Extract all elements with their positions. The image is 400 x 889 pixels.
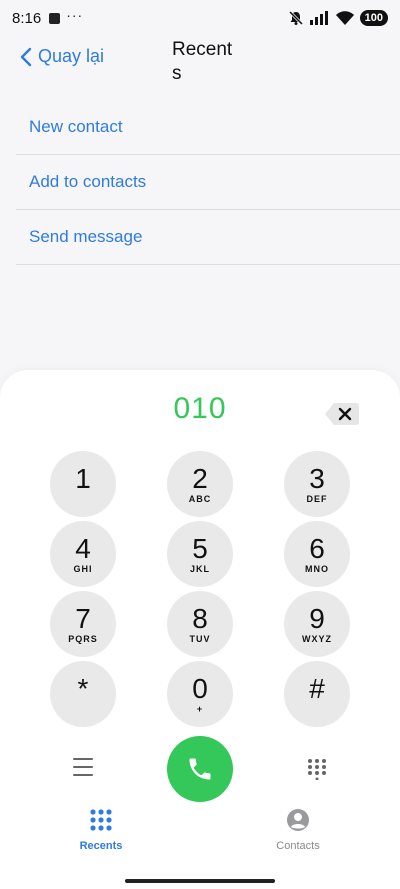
tab-contacts[interactable]: Contacts bbox=[238, 808, 358, 852]
more-notifications-icon: ··· bbox=[66, 7, 84, 23]
key-1[interactable]: 1 bbox=[50, 451, 116, 517]
person-icon bbox=[287, 809, 309, 831]
header: Quay lại Recents bbox=[0, 36, 400, 92]
key-3[interactable]: 3 DEF bbox=[284, 451, 350, 517]
key-8[interactable]: 8 TUV bbox=[167, 591, 233, 657]
status-bar: 8:16 ··· 100 bbox=[0, 0, 400, 36]
tab-contacts-label: Contacts bbox=[276, 840, 320, 852]
tab-recents[interactable]: Recents bbox=[41, 808, 161, 852]
back-label: Quay lại bbox=[38, 46, 105, 66]
backspace-icon[interactable] bbox=[324, 401, 360, 427]
key-7[interactable]: 7 PQRS bbox=[50, 591, 116, 657]
add-to-contacts-item[interactable]: Add to contacts bbox=[16, 155, 400, 210]
notification-icon bbox=[49, 12, 61, 24]
key-6[interactable]: 6 MNO bbox=[284, 521, 350, 587]
phone-icon bbox=[189, 758, 211, 780]
menu-icon[interactable] bbox=[73, 758, 93, 782]
status-time: 8:16 bbox=[12, 9, 42, 27]
key-2[interactable]: 2 ABC bbox=[167, 451, 233, 517]
key-star[interactable]: * bbox=[50, 661, 116, 727]
signal-icon bbox=[309, 11, 328, 25]
keypad-icon bbox=[90, 809, 112, 831]
call-button[interactable] bbox=[167, 736, 233, 802]
key-9[interactable]: 9 WXYZ bbox=[284, 591, 350, 657]
chevron-left-icon bbox=[20, 47, 32, 66]
key-hash[interactable]: # bbox=[284, 661, 350, 727]
dialpad-grid-icon[interactable] bbox=[306, 758, 328, 780]
page-title: Recents bbox=[172, 39, 233, 84]
battery-indicator: 100 bbox=[359, 10, 388, 26]
dialer-actions bbox=[0, 736, 400, 802]
send-message-item[interactable]: Send message bbox=[16, 210, 400, 265]
home-indicator bbox=[125, 879, 275, 883]
wifi-icon bbox=[335, 11, 354, 25]
action-menu: New contact Add to contacts Send message bbox=[16, 100, 400, 265]
key-0[interactable]: 0 + bbox=[167, 661, 233, 727]
dialer-sheet: 010 1 2 ABC 3 DEF 4 GHI 5 JKL 6 MNO 7 PQRS 8 TU… bbox=[0, 370, 400, 889]
new-contact-item[interactable]: New contact bbox=[16, 100, 400, 155]
tab-bar: Recents Contacts bbox=[0, 808, 400, 858]
mute-icon bbox=[288, 10, 303, 26]
tab-recents-label: Recents bbox=[79, 840, 123, 852]
key-4[interactable]: 4 GHI bbox=[50, 521, 116, 587]
back-button[interactable]: Quay lại bbox=[20, 46, 104, 67]
key-5[interactable]: 5 JKL bbox=[167, 521, 233, 587]
